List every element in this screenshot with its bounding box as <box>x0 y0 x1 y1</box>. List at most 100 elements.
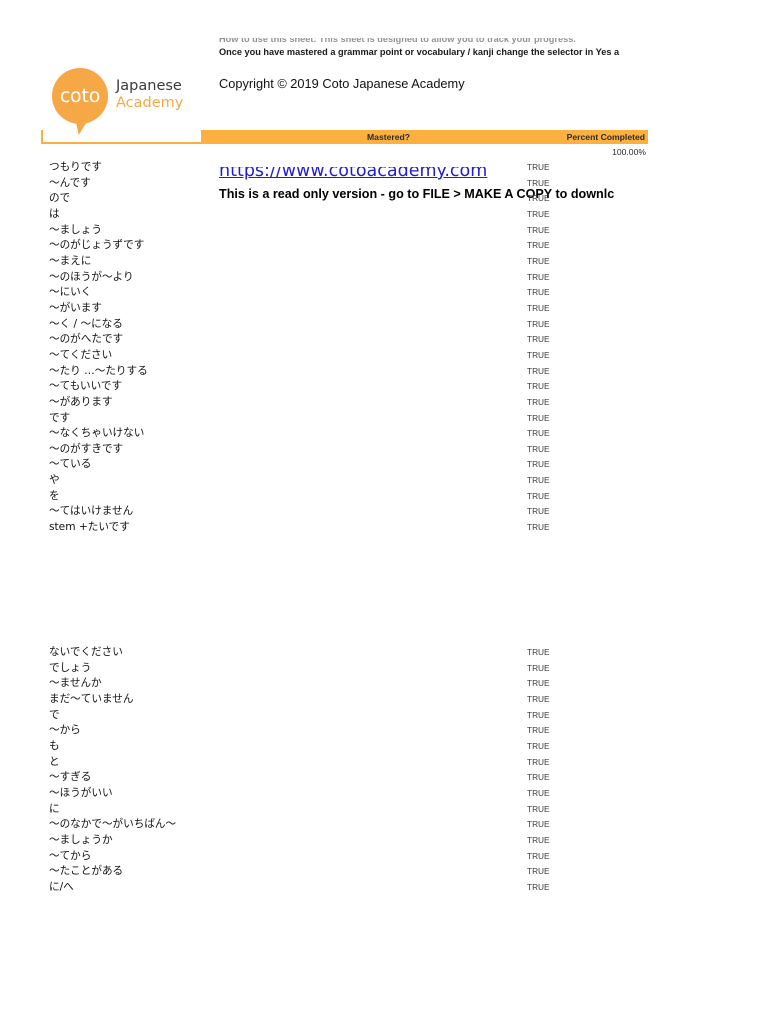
table-row[interactable]: 〜から TRUE <box>0 723 768 739</box>
mastered-value[interactable]: TRUE <box>527 207 550 223</box>
mastered-value[interactable]: TRUE <box>527 880 550 896</box>
table-row[interactable]: 〜たり …〜たりする TRUE <box>0 364 768 380</box>
grammar-point-label: は <box>49 207 60 220</box>
table-row[interactable]: 〜がいます TRUE <box>0 301 768 317</box>
mastered-value[interactable]: TRUE <box>527 285 550 301</box>
table-row[interactable]: 〜のがすきです TRUE <box>0 442 768 458</box>
orange-rule <box>41 142 201 144</box>
table-row[interactable]: 〜のがへたです TRUE <box>0 332 768 348</box>
table-row[interactable]: ないでください TRUE <box>0 645 768 661</box>
instructions-text: How to use this sheet: This sheet is des… <box>219 38 768 62</box>
table-row[interactable]: 〜ましょうか TRUE <box>0 833 768 849</box>
mastered-value[interactable]: TRUE <box>527 223 550 239</box>
grammar-point-label: 〜がいます <box>49 301 102 314</box>
table-row[interactable]: 〜のほうが〜より TRUE <box>0 270 768 286</box>
mastered-value[interactable]: TRUE <box>527 395 550 411</box>
mastered-value[interactable]: TRUE <box>527 692 550 708</box>
grammar-point-label: 〜ましょうか <box>49 833 113 846</box>
mastered-value[interactable]: TRUE <box>527 238 550 254</box>
table-row[interactable]: ので TRUE <box>0 191 768 207</box>
mastered-value[interactable]: TRUE <box>527 176 550 192</box>
mastered-value[interactable]: TRUE <box>527 786 550 802</box>
logo-mark-text: coto <box>59 85 101 107</box>
mastered-value[interactable]: TRUE <box>527 661 550 677</box>
table-row[interactable]: 〜があります TRUE <box>0 395 768 411</box>
mastered-value[interactable]: TRUE <box>527 520 550 536</box>
table-row[interactable]: は TRUE <box>0 207 768 223</box>
table-row[interactable]: も TRUE <box>0 739 768 755</box>
mastered-value[interactable]: TRUE <box>527 411 550 427</box>
table-row[interactable]: つもりです TRUE <box>0 160 768 176</box>
table-row[interactable]: まだ〜ていません TRUE <box>0 692 768 708</box>
mastered-value[interactable]: TRUE <box>527 442 550 458</box>
grammar-list-block-1: つもりです TRUE 〜んです TRUE ので TRUE は TRUE 〜ましょう TRUE 〜のが… <box>0 160 768 536</box>
copyright-text: Copyright © 2019 Coto Japanese Academy <box>219 76 465 91</box>
mastered-value[interactable]: TRUE <box>527 317 550 333</box>
mastered-value[interactable]: TRUE <box>527 645 550 661</box>
mastered-value[interactable]: TRUE <box>527 301 550 317</box>
mastered-value[interactable]: TRUE <box>527 802 550 818</box>
mastered-value[interactable]: TRUE <box>527 817 550 833</box>
grammar-point-label: 〜たことがある <box>49 865 124 878</box>
mastered-value[interactable]: TRUE <box>527 379 550 395</box>
mastered-value[interactable]: TRUE <box>527 191 550 207</box>
mastered-value[interactable]: TRUE <box>527 473 550 489</box>
table-row[interactable]: や TRUE <box>0 473 768 489</box>
table-row[interactable]: です TRUE <box>0 411 768 427</box>
table-row[interactable]: 〜のなかで〜がいちばん〜 TRUE <box>0 817 768 833</box>
mastered-value[interactable]: TRUE <box>527 864 550 880</box>
speech-bubble-icon: coto <box>52 68 108 135</box>
column-header-bar: Mastered? Percent Completed <box>201 130 648 144</box>
mastered-value[interactable]: TRUE <box>527 489 550 505</box>
table-row[interactable]: 〜んです TRUE <box>0 176 768 192</box>
table-row[interactable]: で TRUE <box>0 708 768 724</box>
table-row[interactable]: 〜のがじょうずです TRUE <box>0 238 768 254</box>
logo-word-japanese: Japanese <box>116 78 182 94</box>
table-row[interactable]: 〜ましょう TRUE <box>0 223 768 239</box>
mastered-value[interactable]: TRUE <box>527 723 550 739</box>
mastered-value[interactable]: TRUE <box>527 739 550 755</box>
mastered-value[interactable]: TRUE <box>527 254 550 270</box>
mastered-value[interactable]: TRUE <box>527 364 550 380</box>
table-row[interactable]: 〜なくちゃいけない TRUE <box>0 426 768 442</box>
mastered-value[interactable]: TRUE <box>527 348 550 364</box>
table-row[interactable]: 〜てもいいです TRUE <box>0 379 768 395</box>
table-row[interactable]: 〜ている TRUE <box>0 457 768 473</box>
table-row[interactable]: 〜にいく TRUE <box>0 285 768 301</box>
grammar-point-label: つもりです <box>49 161 102 173</box>
copyright-block: Copyright © 2019 Coto Japanese Academy h… <box>219 76 768 201</box>
mastered-value[interactable]: TRUE <box>527 849 550 865</box>
mastered-value[interactable]: TRUE <box>527 332 550 348</box>
grammar-point-label: 〜てはいけません <box>49 505 134 518</box>
grammar-point-label: 〜のがじょうずです <box>49 239 145 252</box>
mastered-value[interactable]: TRUE <box>527 160 550 176</box>
table-row[interactable]: 〜ませんか TRUE <box>0 676 768 692</box>
mastered-value[interactable]: TRUE <box>527 755 550 771</box>
grammar-point-label: 〜があります <box>49 395 113 408</box>
mastered-value[interactable]: TRUE <box>527 270 550 286</box>
mastered-value[interactable]: TRUE <box>527 708 550 724</box>
table-row[interactable]: でしょう TRUE <box>0 661 768 677</box>
mastered-value[interactable]: TRUE <box>527 426 550 442</box>
mastered-value[interactable]: TRUE <box>527 676 550 692</box>
table-row[interactable]: 〜まえに TRUE <box>0 254 768 270</box>
grammar-point-label: です <box>49 411 71 424</box>
grammar-point-label: 〜てもいいです <box>49 380 123 393</box>
table-row[interactable]: 〜く / 〜になる TRUE <box>0 317 768 333</box>
table-row[interactable]: 〜すぎる TRUE <box>0 770 768 786</box>
column-header-percent-completed: Percent Completed <box>566 132 645 142</box>
table-row[interactable]: に/へ TRUE <box>0 880 768 896</box>
table-row[interactable]: 〜てください TRUE <box>0 348 768 364</box>
table-row[interactable]: を TRUE <box>0 489 768 505</box>
table-row[interactable]: に TRUE <box>0 802 768 818</box>
table-row[interactable]: 〜たことがある TRUE <box>0 864 768 880</box>
table-row[interactable]: 〜ほうがいい TRUE <box>0 786 768 802</box>
table-row[interactable]: stem +たいです TRUE <box>0 520 768 536</box>
table-row[interactable]: 〜てはいけません TRUE <box>0 504 768 520</box>
mastered-value[interactable]: TRUE <box>527 504 550 520</box>
table-row[interactable]: 〜てから TRUE <box>0 849 768 865</box>
mastered-value[interactable]: TRUE <box>527 833 550 849</box>
mastered-value[interactable]: TRUE <box>527 457 550 473</box>
table-row[interactable]: と TRUE <box>0 755 768 771</box>
mastered-value[interactable]: TRUE <box>527 770 550 786</box>
